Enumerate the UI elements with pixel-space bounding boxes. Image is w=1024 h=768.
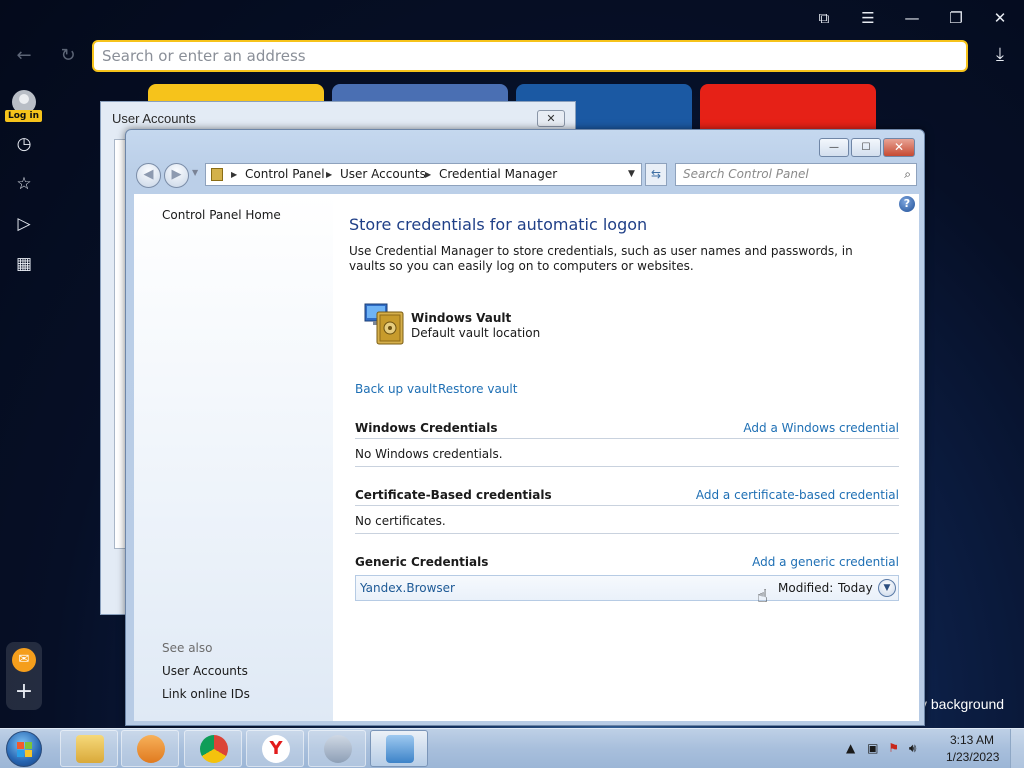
breadcrumb-separator-icon[interactable]: ▶	[326, 164, 332, 185]
user-accounts-link[interactable]: User Accounts	[162, 664, 248, 678]
search-input[interactable]: Search Control Panel ⌕	[675, 163, 917, 186]
credential-manager-window: — ☐ ✕ ◀ ▶ ▼ ▶ Control Panel ▶ User Accou…	[125, 129, 925, 726]
help-icon[interactable]: ?	[899, 196, 915, 212]
credential-row[interactable]: Yandex.Browser Modified: Today ▼	[355, 575, 899, 601]
link-online-ids-link[interactable]: Link online IDs	[162, 687, 250, 701]
divider	[355, 533, 899, 534]
vault-icon[interactable]	[363, 300, 409, 348]
empty-message: No Windows credentials.	[355, 447, 503, 461]
page-title: Store credentials for automatic logon	[349, 215, 648, 234]
maximize-button[interactable]: ☐	[851, 138, 881, 157]
add-windows-credential-link[interactable]: Add a Windows credential	[743, 421, 899, 435]
background-label[interactable]: v background	[920, 696, 1004, 712]
modified-date: Today	[838, 581, 873, 595]
speed-dial-tile[interactable]	[700, 84, 876, 134]
back-button[interactable]: ◀	[136, 163, 161, 188]
breadcrumb-control-panel[interactable]: Control Panel	[245, 164, 325, 185]
close-button[interactable]: ✕	[537, 110, 565, 127]
address-bar[interactable]: Search or enter an address	[92, 40, 968, 72]
reload-icon[interactable]: ↻	[56, 44, 80, 68]
play-icon[interactable]: ▷	[12, 212, 36, 236]
restore-vault-link[interactable]: Restore vault	[438, 382, 517, 396]
show-desktop-button[interactable]	[1010, 729, 1024, 768]
taskbar-yandex-browser[interactable]: Y	[246, 730, 304, 767]
mail-icon[interactable]: ✉	[12, 648, 36, 672]
download-icon[interactable]: ⤓	[988, 44, 1012, 68]
vault-name[interactable]: Windows Vault	[411, 311, 511, 325]
add-generic-credential-link[interactable]: Add a generic credential	[752, 555, 899, 569]
taskbar-control-panel[interactable]	[370, 730, 428, 767]
action-center-flag-icon[interactable]: ⚑	[888, 741, 899, 755]
taskbar-chrome[interactable]	[184, 730, 242, 767]
left-navigation-pane: Control Panel Home See also User Account…	[134, 194, 333, 721]
close-button[interactable]: ✕	[883, 138, 915, 157]
credential-name[interactable]: Yandex.Browser	[360, 576, 455, 600]
browser-sidebar: Log in ◷ ☆ ▷ ▦	[0, 84, 48, 724]
control-panel-icon	[211, 168, 223, 181]
back-icon[interactable]: ←	[12, 44, 36, 68]
control-panel-home-link[interactable]: Control Panel Home	[162, 208, 281, 222]
restore-icon[interactable]: ❐	[944, 8, 968, 28]
add-certificate-credential-link[interactable]: Add a certificate-based credential	[696, 488, 899, 502]
close-icon[interactable]: ✕	[988, 8, 1012, 28]
back-up-vault-link[interactable]: Back up vault	[355, 382, 437, 396]
main-content: ? Store credentials for automatic logon …	[333, 194, 919, 721]
show-hidden-icons-icon[interactable]: ▲	[846, 741, 855, 755]
control-panel-icon	[386, 735, 414, 763]
section-heading: Certificate-Based credentials	[355, 488, 552, 502]
breadcrumb-user-accounts[interactable]: User Accounts	[340, 164, 426, 185]
breadcrumb-separator-icon[interactable]: ▶	[425, 164, 431, 185]
clock-date[interactable]: 1/23/2023	[946, 750, 999, 764]
divider	[355, 505, 899, 506]
forward-button[interactable]: ▶	[164, 163, 189, 188]
search-icon[interactable]: ⌕	[904, 164, 911, 185]
expand-chevron-icon[interactable]: ▼	[878, 579, 896, 597]
clock-time[interactable]: 3:13 AM	[950, 733, 994, 747]
vault-location: Default vault location	[411, 326, 541, 340]
start-button[interactable]	[6, 731, 42, 767]
modified-label: Modified:	[778, 581, 834, 595]
taskbar-explorer[interactable]	[60, 730, 118, 767]
breadcrumb-separator-icon[interactable]: ▶	[231, 164, 237, 185]
menu-icon[interactable]: ☰	[856, 8, 880, 28]
page-description: Use Credential Manager to store credenti…	[349, 244, 853, 273]
volume-icon[interactable]: 🔊︎	[909, 741, 917, 755]
refresh-button[interactable]: ⇆	[645, 163, 667, 186]
see-also-label: See also	[162, 641, 213, 655]
apps-grid-icon[interactable]: ▦	[12, 252, 36, 276]
taskbar-user-accounts[interactable]	[308, 730, 366, 767]
users-icon	[324, 735, 352, 763]
media-player-icon	[137, 735, 165, 763]
empty-message: No certificates.	[355, 514, 446, 528]
star-icon[interactable]: ☆	[12, 172, 36, 196]
sidebar-bottom-panel: ✉ +	[6, 642, 42, 710]
chrome-icon	[200, 735, 228, 763]
folder-icon	[76, 735, 104, 763]
breadcrumb-credential-manager[interactable]: Credential Manager	[439, 164, 557, 185]
login-badge[interactable]: Log in	[5, 110, 42, 122]
add-icon[interactable]: +	[12, 680, 36, 704]
section-heading: Windows Credentials	[355, 421, 498, 435]
window-title: User Accounts	[112, 111, 196, 126]
history-icon[interactable]: ◷	[12, 132, 36, 156]
network-icon[interactable]: ▣	[867, 741, 878, 755]
minimize-icon[interactable]: —	[900, 8, 924, 28]
taskbar-media-player[interactable]	[121, 730, 179, 767]
browser-top-bar: ⧉ ☰ — ❐ ✕ ← ↻ Search or enter an address…	[0, 0, 1024, 80]
recent-pages-dropdown[interactable]: ▼	[192, 168, 198, 177]
search-placeholder: Search Control Panel	[683, 167, 809, 181]
chevron-down-icon[interactable]: ▼	[628, 164, 635, 185]
yandex-browser-icon: Y	[262, 735, 290, 763]
bookmarks-icon[interactable]: ⧉	[812, 8, 836, 28]
taskbar: Y ▲ ▣ ⚑ 🔊︎ 3:13 AM 1/23/2023	[0, 728, 1024, 768]
section-heading: Generic Credentials	[355, 555, 489, 569]
divider	[355, 466, 899, 467]
minimize-button[interactable]: —	[819, 138, 849, 157]
divider	[355, 438, 899, 439]
hand-cursor-icon: ☝	[757, 586, 768, 607]
system-tray: ▲ ▣ ⚑ 🔊︎	[846, 741, 916, 756]
breadcrumb[interactable]: ▶ Control Panel ▶ User Accounts ▶ Creden…	[205, 163, 642, 186]
